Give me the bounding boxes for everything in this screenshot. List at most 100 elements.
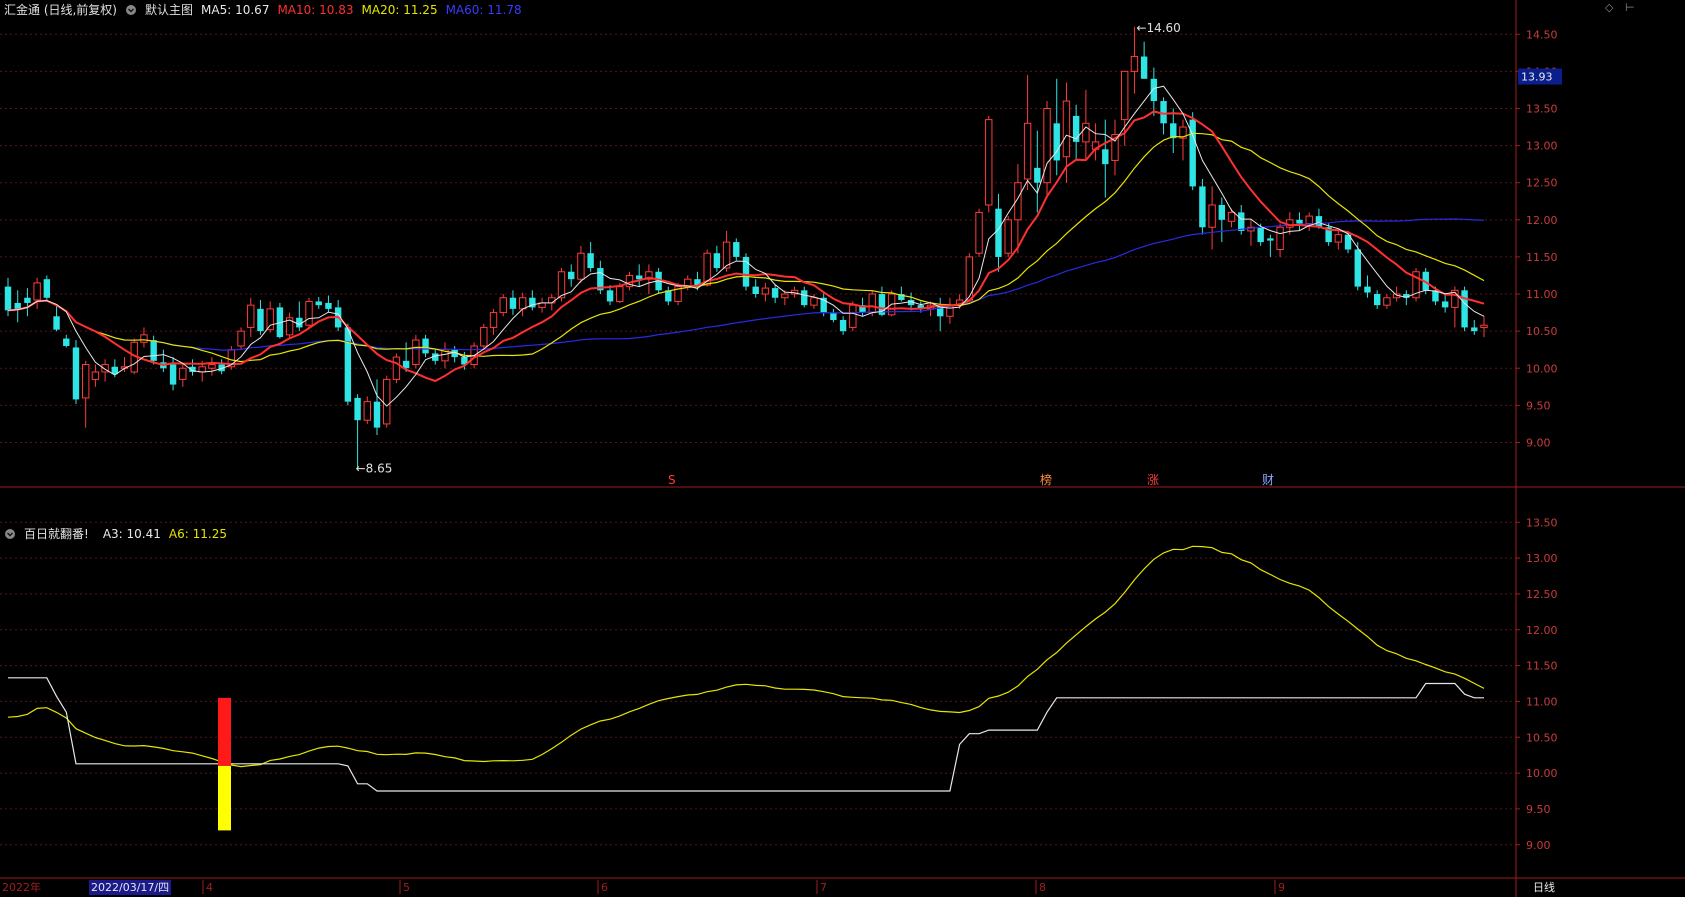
candle [43,275,51,302]
candle-body [305,300,313,326]
ma20-line [7,132,1485,363]
candle-body [771,288,779,298]
candle-body [1461,290,1468,328]
candle-body [995,208,1002,257]
candle-body [1441,301,1449,308]
candle-body [1004,219,1012,254]
candle [1296,212,1303,231]
candle [742,253,750,291]
ma10-line [7,110,1485,383]
candle [625,271,634,291]
candle-body [208,364,216,369]
candle-body [1102,149,1109,165]
candle-body [713,253,721,269]
month-label: 8 [1039,881,1046,894]
candle-body [315,301,322,306]
candle-body [1383,297,1391,306]
candle-body [518,297,527,310]
candle [713,245,721,272]
candle [1354,242,1361,291]
candle [568,264,575,287]
candle-body [489,312,498,328]
candle [587,242,594,272]
candle-body [1354,249,1361,287]
candle-body [1257,227,1264,243]
candle-body [1267,238,1274,241]
y-tick-label: 14.50 [1526,28,1558,41]
candle-body [383,378,391,425]
candle-body [606,290,614,302]
candle [91,364,100,387]
candle [1471,320,1478,335]
candle [1238,204,1245,235]
y-tick-label: 11.00 [1526,695,1558,708]
candle-body [1276,226,1284,250]
y-tick-label: 12.00 [1526,214,1558,227]
candle-body [1364,286,1371,293]
axes [0,0,1685,897]
candle [577,245,585,283]
candle [383,375,391,428]
signal-bar-yellow [218,765,231,831]
chart-canvas[interactable]: 14.5014.0013.5013.0012.5012.0011.5011.00… [0,0,1685,897]
candle [1004,216,1012,257]
candle-body [237,330,245,347]
candle [1480,316,1488,338]
event-marker: S [668,473,676,487]
candle [985,115,993,213]
candle [373,379,381,436]
candle [538,297,546,313]
candle-body [1150,78,1158,102]
candle [529,290,536,311]
candle-body [616,286,624,302]
candle [839,316,847,335]
candle-body [1034,167,1041,183]
y-tick-label: 13.50 [1526,516,1558,529]
candle [518,292,527,317]
candle-body [1199,186,1206,228]
candle [733,238,740,261]
candle [1305,212,1313,231]
candle-body [412,339,420,366]
candle [849,301,857,332]
y-tick-label: 10.50 [1526,325,1558,338]
candle-body [354,397,361,421]
candle-body [810,297,818,306]
candle [887,290,896,317]
y-tick-label: 10.00 [1526,362,1558,375]
candle [1383,294,1391,309]
candle [1267,234,1274,257]
date-axis: 2022年 2022/03/17/四 4 5 6 7 8 9 日线 [2,880,1555,895]
candle [1189,112,1196,191]
candle-body [363,401,371,421]
high-price-label: ←14.60 [1136,21,1180,35]
candle [334,299,342,332]
candle-body [344,327,352,402]
month-label: 9 [1278,881,1285,894]
event-marker: 榜 [1040,472,1052,487]
candle-body [781,293,789,299]
candle-body [91,371,100,380]
candle-body [733,242,740,257]
y-tick-label: 11.50 [1526,660,1558,673]
candle [1140,41,1148,79]
signal-bar-red [218,697,231,766]
candle-body [1121,70,1129,121]
candle-body [1023,122,1032,180]
candle [597,260,604,295]
candle-body [548,297,556,304]
candle-body [72,347,80,400]
y-tick-label: 12.50 [1526,177,1558,190]
y-tick-label: 9.00 [1526,436,1551,449]
candle-body [247,304,255,328]
candle-body [1471,327,1478,332]
candle [354,394,361,469]
event-marker: 涨 [1147,472,1159,487]
period-label: 日线 [1533,880,1555,894]
current-price-value: 13.93 [1521,71,1553,84]
low-price-label: ←8.65 [356,461,393,475]
candle [24,288,31,317]
candle [635,264,643,287]
y-tick-label: 12.00 [1526,624,1558,637]
candle-body [81,364,90,399]
